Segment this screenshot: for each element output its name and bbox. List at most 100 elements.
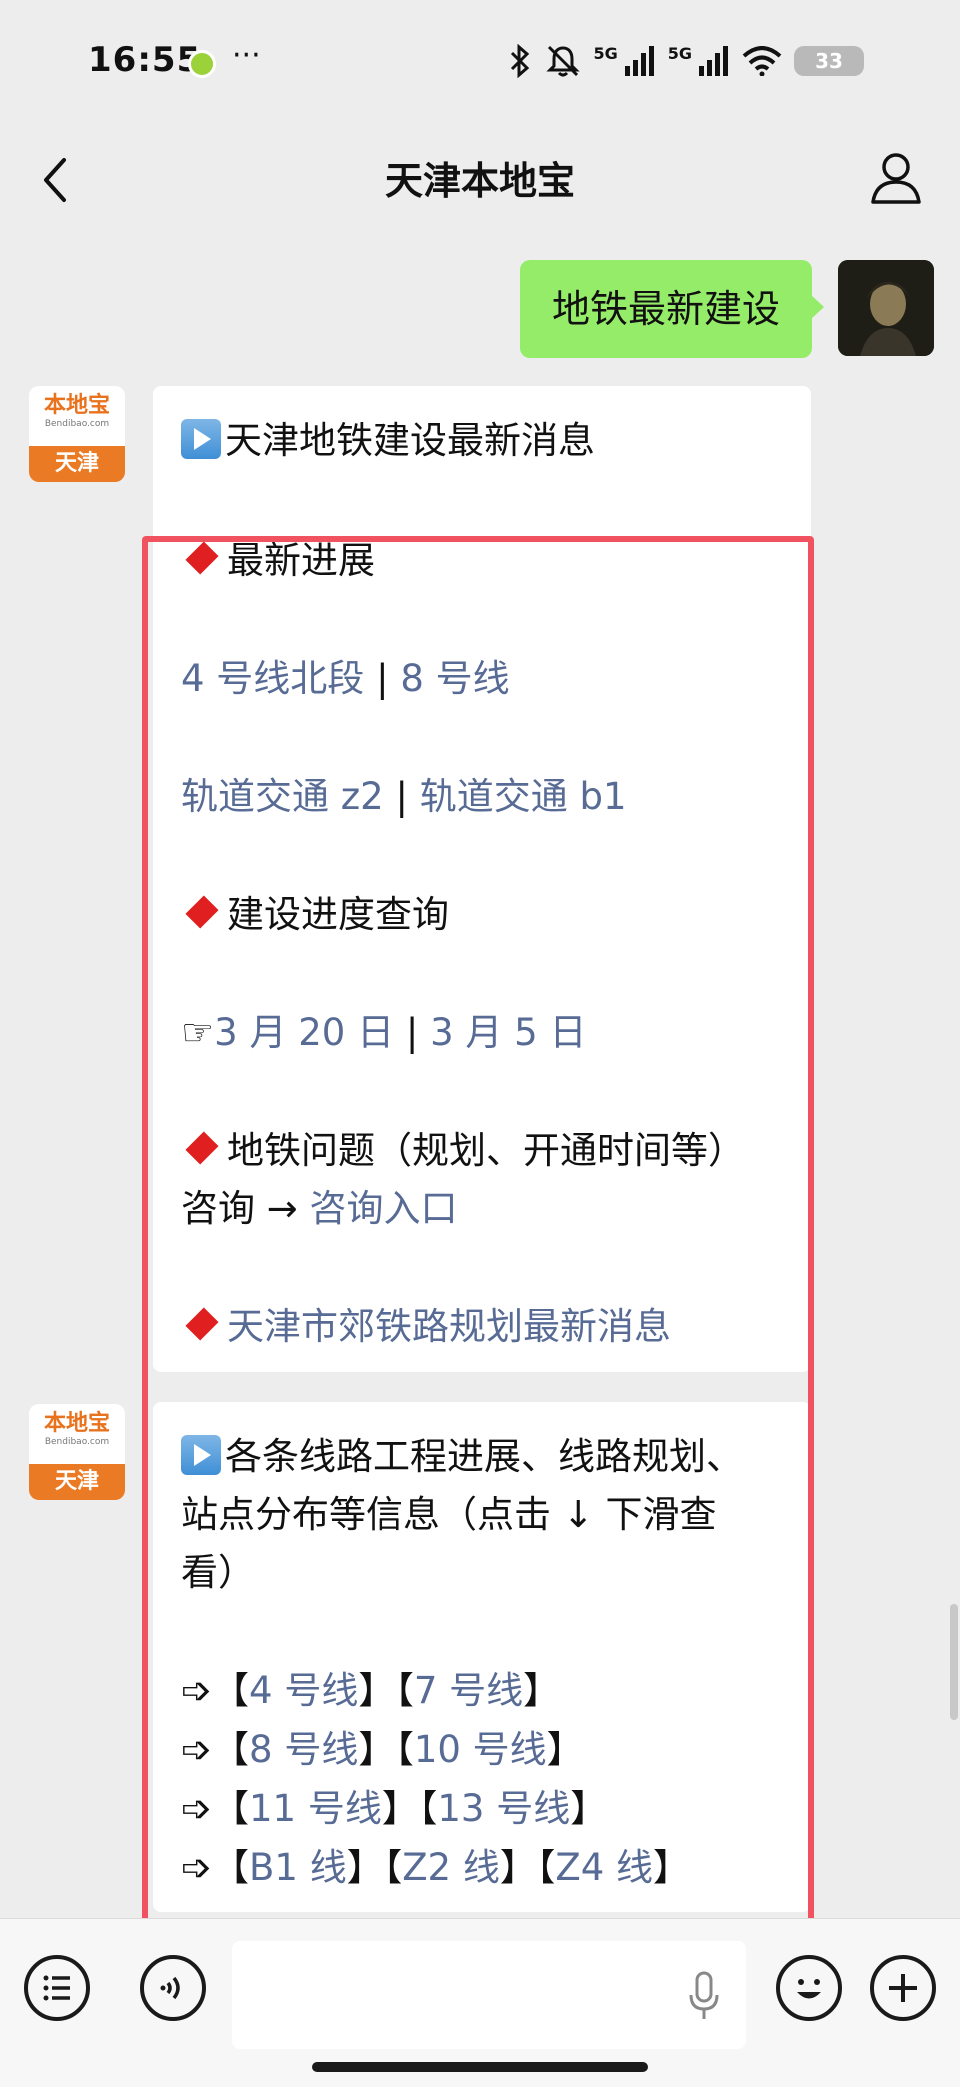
logo-text: 本地宝	[43, 393, 110, 418]
bot-message-bubble-2: 各条线路工程进展、线路规划、 站点分布等信息（点击 ↓ 下滑查 看） ➩【4 号…	[153, 1402, 811, 1912]
msg2-title-line-1: 各条线路工程进展、线路规划、	[181, 1426, 743, 1480]
link-line4[interactable]: 4 号线	[249, 1669, 358, 1712]
link-date-mar5[interactable]: 3 月 5 日	[430, 1011, 586, 1054]
bracket: 【	[395, 1728, 414, 1771]
bracket: 【	[212, 1787, 250, 1830]
bracket: 】	[653, 1846, 691, 1889]
list-menu-icon[interactable]	[24, 1955, 90, 2021]
link-consult-entry[interactable]: 咨询入口	[310, 1187, 458, 1230]
pointing-hand-icon: ☞	[181, 1011, 215, 1054]
latest-heading-text: 最新进展	[227, 539, 375, 582]
mute-icon	[546, 45, 581, 77]
link-line13[interactable]: 13 号线	[437, 1787, 570, 1830]
bot-avatar-city: 天津	[29, 1464, 125, 1500]
bracket: 】	[546, 1728, 584, 1771]
link-line-z4[interactable]: Z4 线	[555, 1846, 653, 1889]
separator: |	[395, 775, 408, 818]
link-line-z2[interactable]: Z2 线	[402, 1846, 500, 1889]
arrow-icon: ➩	[181, 1728, 213, 1771]
logo-subtext: Bendibao.com	[44, 1437, 110, 1447]
chat-title: 天津本地宝	[384, 159, 575, 203]
link-line4-north[interactable]: 4 号线北段	[181, 657, 364, 700]
bracket: 【	[536, 1846, 556, 1889]
separator: |	[376, 657, 389, 700]
bracket: 】	[523, 1669, 561, 1712]
bracket: 【	[395, 1669, 414, 1712]
msg1-links-row-2: 轨道交通 z2 | 轨道交通 b1	[181, 766, 627, 820]
user-message-row: 地铁最新建设	[519, 260, 934, 358]
bracket: 】	[358, 1669, 396, 1712]
battery-icon: 33	[794, 46, 864, 76]
bluetooth-icon	[511, 44, 530, 78]
bracket: 【	[418, 1787, 438, 1830]
network-type-label: 5G	[593, 43, 618, 63]
msg1-links-row-1: 4 号线北段 | 8 号线	[181, 648, 510, 702]
red-diamond-icon	[185, 1131, 219, 1165]
bracket: 【	[212, 1728, 250, 1771]
arrow-icon: ➩	[181, 1787, 213, 1830]
bracket: 】	[499, 1846, 537, 1889]
red-diamond-icon	[185, 895, 219, 929]
link-line8[interactable]: 8 号线	[400, 657, 509, 700]
wifi-icon	[742, 46, 782, 76]
msg2-title-text-1: 各条线路工程进展、线路规划、	[225, 1435, 743, 1478]
network-type-label-2: 5G	[667, 43, 692, 63]
home-indicator[interactable]	[312, 2062, 648, 2072]
arrow-icon: ➩	[181, 1669, 213, 1712]
msg2-row-4: ➩【B1 线】【Z2 线】【Z4 线】	[181, 1837, 690, 1891]
link-suburban-rail[interactable]: 天津市郊铁路规划最新消息	[227, 1305, 671, 1348]
bot-avatar-logo: 本地宝 Bendibao.com	[29, 1404, 125, 1464]
app-notification-icon	[188, 50, 216, 78]
msg1-title: 天津地铁建设最新消息	[181, 410, 595, 464]
msg1-title-text: 天津地铁建设最新消息	[225, 419, 595, 462]
red-diamond-icon	[185, 541, 219, 575]
user-avatar-image	[838, 260, 934, 356]
consult-label: 咨询 →	[181, 1187, 298, 1230]
link-line8[interactable]: 8 号线	[249, 1728, 358, 1771]
more-notifications-icon: ···	[232, 38, 261, 73]
scrollbar-thumb[interactable]	[950, 1604, 958, 1720]
link-line10[interactable]: 10 号线	[414, 1728, 547, 1771]
person-icon[interactable]	[868, 148, 924, 208]
arrow-icon: ➩	[181, 1846, 213, 1889]
link-rail-b1[interactable]: 轨道交通 b1	[420, 775, 627, 818]
bot-avatar-city: 天津	[29, 446, 125, 482]
bot-avatar-2[interactable]: 本地宝 Bendibao.com 天津	[29, 1404, 125, 1500]
plus-icon[interactable]	[870, 1955, 936, 2021]
issue-heading-text: 地铁问题（规划、开通时间等）	[227, 1129, 745, 1172]
nav-bar: 天津本地宝	[0, 128, 960, 232]
signal-icon-2	[699, 46, 728, 76]
separator: |	[405, 1011, 419, 1054]
link-line-b1[interactable]: B1 线	[249, 1846, 347, 1889]
voice-icon[interactable]	[140, 1955, 206, 2021]
status-icons: 5G 5G 33	[507, 44, 864, 78]
play-icon	[181, 1435, 221, 1475]
bracket: 【	[212, 1669, 250, 1712]
microphone-icon[interactable]	[688, 1971, 720, 2023]
msg2-title-line-2: 站点分布等信息（点击 ↓ 下滑查	[181, 1493, 717, 1536]
msg1-issue-heading: 地铁问题（规划、开通时间等）	[181, 1120, 745, 1174]
link-line11[interactable]: 11 号线	[249, 1787, 382, 1830]
msg1-query-heading: 建设进度查询	[181, 884, 449, 938]
logo-text: 本地宝	[43, 1411, 110, 1436]
status-time: 16:55	[88, 40, 202, 80]
msg2-row-1: ➩【4 号线】【7 号线】	[181, 1660, 560, 1714]
bracket: 【	[383, 1846, 403, 1889]
logo-subtext: Bendibao.com	[44, 419, 110, 429]
msg1-suburban-row: 天津市郊铁路规划最新消息	[181, 1296, 671, 1350]
link-date-mar20[interactable]: 3 月 20 日	[214, 1011, 394, 1054]
bot-message-bubble-1: 天津地铁建设最新消息 最新进展 4 号线北段 | 8 号线 轨道交通 z2 | …	[153, 386, 811, 1372]
signal-icon	[624, 46, 654, 76]
bot-avatar[interactable]: 本地宝 Bendibao.com 天津	[29, 386, 125, 482]
emoji-icon[interactable]	[776, 1955, 842, 2021]
bracket: 】	[346, 1846, 384, 1889]
link-line7[interactable]: 7 号线	[414, 1669, 523, 1712]
bracket: 】	[381, 1787, 419, 1830]
link-rail-z2[interactable]: 轨道交通 z2	[181, 775, 384, 818]
message-input[interactable]	[232, 1941, 746, 2049]
red-diamond-icon	[185, 1307, 219, 1341]
user-avatar[interactable]	[838, 260, 934, 356]
user-message-bubble[interactable]: 地铁最新建设	[519, 260, 825, 358]
play-icon	[181, 419, 221, 459]
bracket: 】	[358, 1728, 396, 1771]
